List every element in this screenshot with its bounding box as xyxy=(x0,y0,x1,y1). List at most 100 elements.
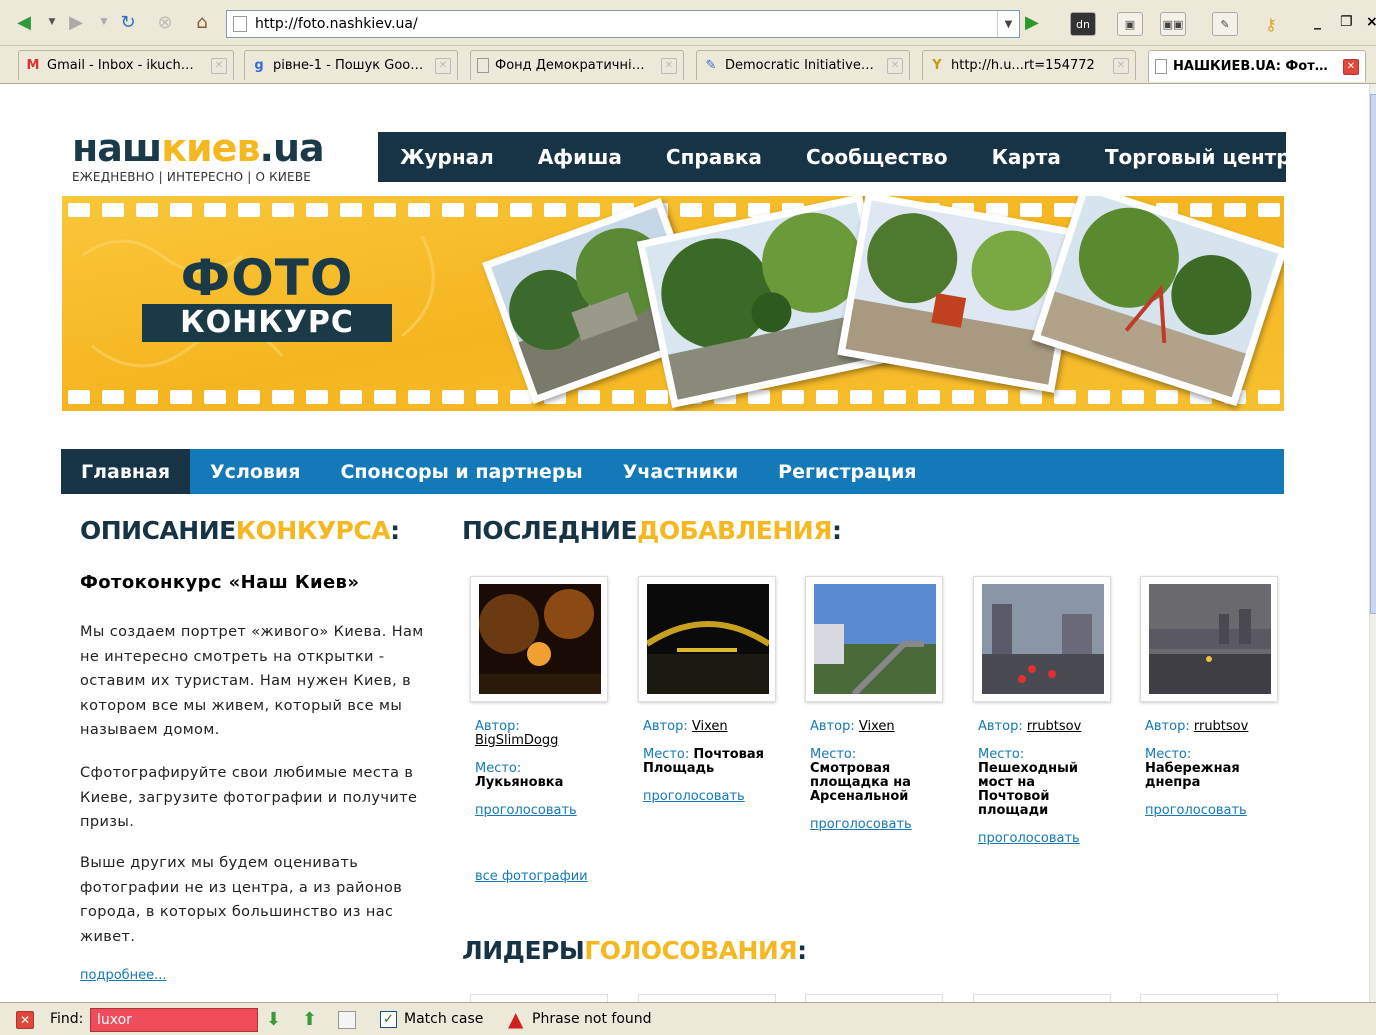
all-photos-link[interactable]: все фотографии xyxy=(475,869,588,884)
dm-icon[interactable]: dn xyxy=(1070,12,1096,36)
key-icon[interactable]: ⚷ xyxy=(1258,12,1284,36)
address-bar[interactable]: ▼ xyxy=(226,10,1020,38)
film-hole xyxy=(408,390,430,404)
site-logo[interactable]: нашкиев.ua ЕЖЕДНЕВНО | ИНТЕРЕСНО | О КИЕ… xyxy=(72,128,325,184)
tab-close-icon[interactable]: ✕ xyxy=(211,57,227,74)
vote-link[interactable]: проголосовать xyxy=(978,832,1108,846)
vote-link[interactable]: проголосовать xyxy=(643,790,773,804)
vote-link[interactable]: проголосовать xyxy=(475,804,605,818)
film-hole xyxy=(136,390,158,404)
nav-community[interactable]: Сообщество xyxy=(784,145,970,169)
film-hole xyxy=(1020,203,1042,217)
tab-close-icon[interactable]: ✕ xyxy=(1113,57,1129,74)
nav-shopping[interactable]: Торговый центр xyxy=(1083,145,1313,169)
leader-thumbnail[interactable] xyxy=(470,994,608,1002)
tab-nashkiev[interactable]: НАШКИЕВ.UA: Фот… ✕ xyxy=(1148,50,1366,82)
tab-gmail[interactable]: M Gmail - Inbox - ikuch… ✕ xyxy=(18,50,234,80)
photo-thumbnail[interactable] xyxy=(1140,576,1278,702)
url-dropdown-icon[interactable]: ▼ xyxy=(997,11,1019,37)
film-hole xyxy=(544,203,566,217)
find-close-icon[interactable]: ✕ xyxy=(16,1011,34,1029)
photo-thumbnail[interactable] xyxy=(805,576,943,702)
film-hole xyxy=(204,390,226,404)
leader-thumbnail[interactable] xyxy=(638,994,776,1002)
yahoo-icon: Y xyxy=(932,58,942,73)
description-paragraph: Выше других мы будем оценивать фотографи… xyxy=(80,855,403,945)
page-icon xyxy=(233,16,247,32)
tab-close-icon[interactable]: ✕ xyxy=(887,57,903,74)
author-link[interactable]: rrubtsov xyxy=(1194,719,1248,734)
back-dropdown-icon[interactable]: ▼ xyxy=(40,10,64,34)
vote-link[interactable]: проголосовать xyxy=(1145,804,1275,818)
contest-nav-registration[interactable]: Регистрация xyxy=(758,449,936,494)
extension-icon[interactable]: ▣ xyxy=(1117,12,1143,36)
nav-journal[interactable]: Журнал xyxy=(378,145,516,169)
photo-thumbnail[interactable] xyxy=(973,576,1111,702)
contest-nav-participants[interactable]: Участники xyxy=(603,449,758,494)
find-next-icon[interactable]: ⬇ xyxy=(266,1009,281,1030)
contest-nav-conditions[interactable]: Условия xyxy=(190,449,320,494)
tab-close-icon[interactable]: ✕ xyxy=(661,57,677,74)
go-icon[interactable]: ▶ xyxy=(1025,12,1049,36)
home-icon[interactable]: ⌂ xyxy=(190,10,214,34)
back-icon[interactable]: ◀ xyxy=(12,10,36,34)
forward-icon[interactable]: ▶ xyxy=(64,10,88,34)
tab-close-icon[interactable]: ✕ xyxy=(1343,58,1359,75)
author-link[interactable]: Vixen xyxy=(859,719,895,734)
leader-thumbnail[interactable] xyxy=(973,994,1111,1002)
photo-thumbnail[interactable] xyxy=(470,576,608,702)
film-hole xyxy=(170,203,192,217)
vertical-scrollbar[interactable] xyxy=(1369,84,1376,1002)
film-hole xyxy=(1122,390,1144,404)
tab-google-search[interactable]: g рівне-1 - Пошук Goo… ✕ xyxy=(244,50,458,80)
film-hole xyxy=(612,390,634,404)
contest-nav-home[interactable]: Главная xyxy=(61,449,191,494)
leader-thumbnail[interactable] xyxy=(1140,994,1278,1002)
extension-icon-2[interactable]: ▣▣ xyxy=(1160,12,1186,36)
nav-spravka[interactable]: Справка xyxy=(644,145,784,169)
film-hole xyxy=(952,390,974,404)
restore-icon[interactable]: ❐ xyxy=(1340,14,1353,30)
google-icon: g xyxy=(254,58,264,73)
find-input[interactable] xyxy=(90,1008,258,1032)
author-link[interactable]: BigSlimDogg xyxy=(475,733,558,748)
find-previous-icon[interactable]: ⬆ xyxy=(302,1009,317,1030)
site-tagline: ЕЖЕДНЕВНО | ИНТЕРЕСНО | О КИЕВЕ xyxy=(72,170,312,184)
stop-icon[interactable]: ⊗ xyxy=(153,10,177,34)
tab-democratic-initiative[interactable]: ✎ Democratic Initiative… ✕ xyxy=(696,50,910,80)
close-window-icon[interactable]: × xyxy=(1366,14,1376,30)
photo-thumbnail[interactable] xyxy=(638,576,776,702)
leaders-heading: ЛИДЕРЫГОЛОСОВАНИЯ: xyxy=(462,936,807,965)
tab-fund[interactable]: Фонд Демократичні… ✕ xyxy=(470,50,684,80)
film-hole xyxy=(850,390,872,404)
forward-dropdown-icon[interactable]: ▼ xyxy=(92,10,116,34)
contest-nav-sponsors[interactable]: Спонсоры и партнеры xyxy=(320,449,602,494)
author-link[interactable]: Vixen xyxy=(692,719,728,734)
edit-icon[interactable]: ✎ xyxy=(1212,12,1238,36)
film-hole xyxy=(102,203,124,217)
more-link[interactable]: подробнее... xyxy=(80,968,167,983)
match-case-checkbox[interactable]: ✓ xyxy=(380,1011,397,1028)
tab-url[interactable]: Y http://h.u...rt=154772 ✕ xyxy=(922,50,1136,80)
vote-link[interactable]: проголосовать xyxy=(810,818,940,832)
page-icon xyxy=(477,58,489,73)
author-link[interactable]: rrubtsov xyxy=(1027,719,1081,734)
main-nav: Журнал Афиша Справка Сообщество Карта То… xyxy=(378,132,1291,182)
highlight-all-icon[interactable] xyxy=(338,1011,356,1029)
tab-close-icon[interactable]: ✕ xyxy=(435,57,451,74)
film-hole xyxy=(918,390,940,404)
film-hole xyxy=(1054,390,1076,404)
film-hole xyxy=(748,390,770,404)
scrollbar-thumb[interactable] xyxy=(1370,94,1376,614)
film-hole xyxy=(578,203,600,217)
film-hole xyxy=(442,203,464,217)
nav-map[interactable]: Карта xyxy=(970,145,1083,169)
film-hole xyxy=(1224,203,1246,217)
leader-thumbnail[interactable] xyxy=(805,994,943,1002)
url-input[interactable] xyxy=(255,16,1019,32)
reload-icon[interactable]: ↻ xyxy=(116,10,140,34)
film-hole xyxy=(714,203,736,217)
nav-afisha[interactable]: Афиша xyxy=(516,145,644,169)
film-hole xyxy=(1156,390,1178,404)
minimize-icon[interactable]: _ xyxy=(1314,14,1321,30)
